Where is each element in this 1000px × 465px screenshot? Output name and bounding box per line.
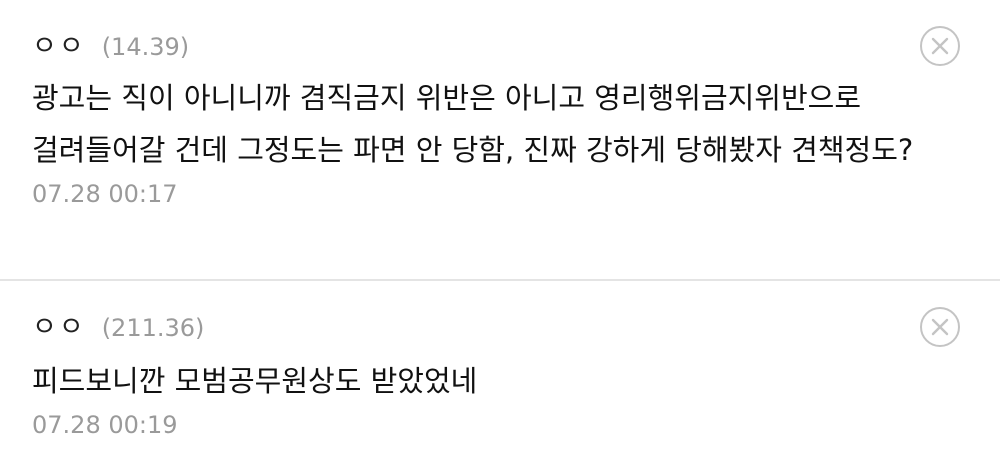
comment-list: ㅇㅇ (14.39) 광고는 직이 아니니까 겸직금지 위반은 아니고 영리행위… xyxy=(0,0,1000,465)
comment-nickname[interactable]: ㅇㅇ xyxy=(32,305,86,344)
comment-body: 광고는 직이 아니니까 겸직금지 위반은 아니고 영리행위금지위반으로 걸려들어… xyxy=(32,81,914,167)
comment-nickname[interactable]: ㅇㅇ xyxy=(32,24,86,63)
comment-item: ㅇㅇ (14.39) 광고는 직이 아니니까 겸직금지 위반은 아니고 영리행위… xyxy=(0,0,1000,281)
close-icon xyxy=(931,318,949,336)
comment-timestamp: 07.28 00:17 xyxy=(32,180,178,208)
comment-meta: ㅇㅇ (211.36) xyxy=(32,305,968,344)
delete-comment-button[interactable] xyxy=(920,307,960,347)
comment-item: ㅇㅇ (211.36) 피드보니깐 모범공무원상도 받았었네 07.28 00:… xyxy=(0,281,1000,465)
comment-meta: ㅇㅇ (14.39) xyxy=(32,24,968,63)
comment-timestamp: 07.28 00:19 xyxy=(32,411,178,439)
comment-body: 피드보니깐 모범공무원상도 받았었네 xyxy=(32,364,478,398)
comment-ip: (211.36) xyxy=(101,314,205,342)
comment-ip: (14.39) xyxy=(101,33,190,61)
delete-comment-button[interactable] xyxy=(920,26,960,66)
close-icon xyxy=(931,37,949,55)
